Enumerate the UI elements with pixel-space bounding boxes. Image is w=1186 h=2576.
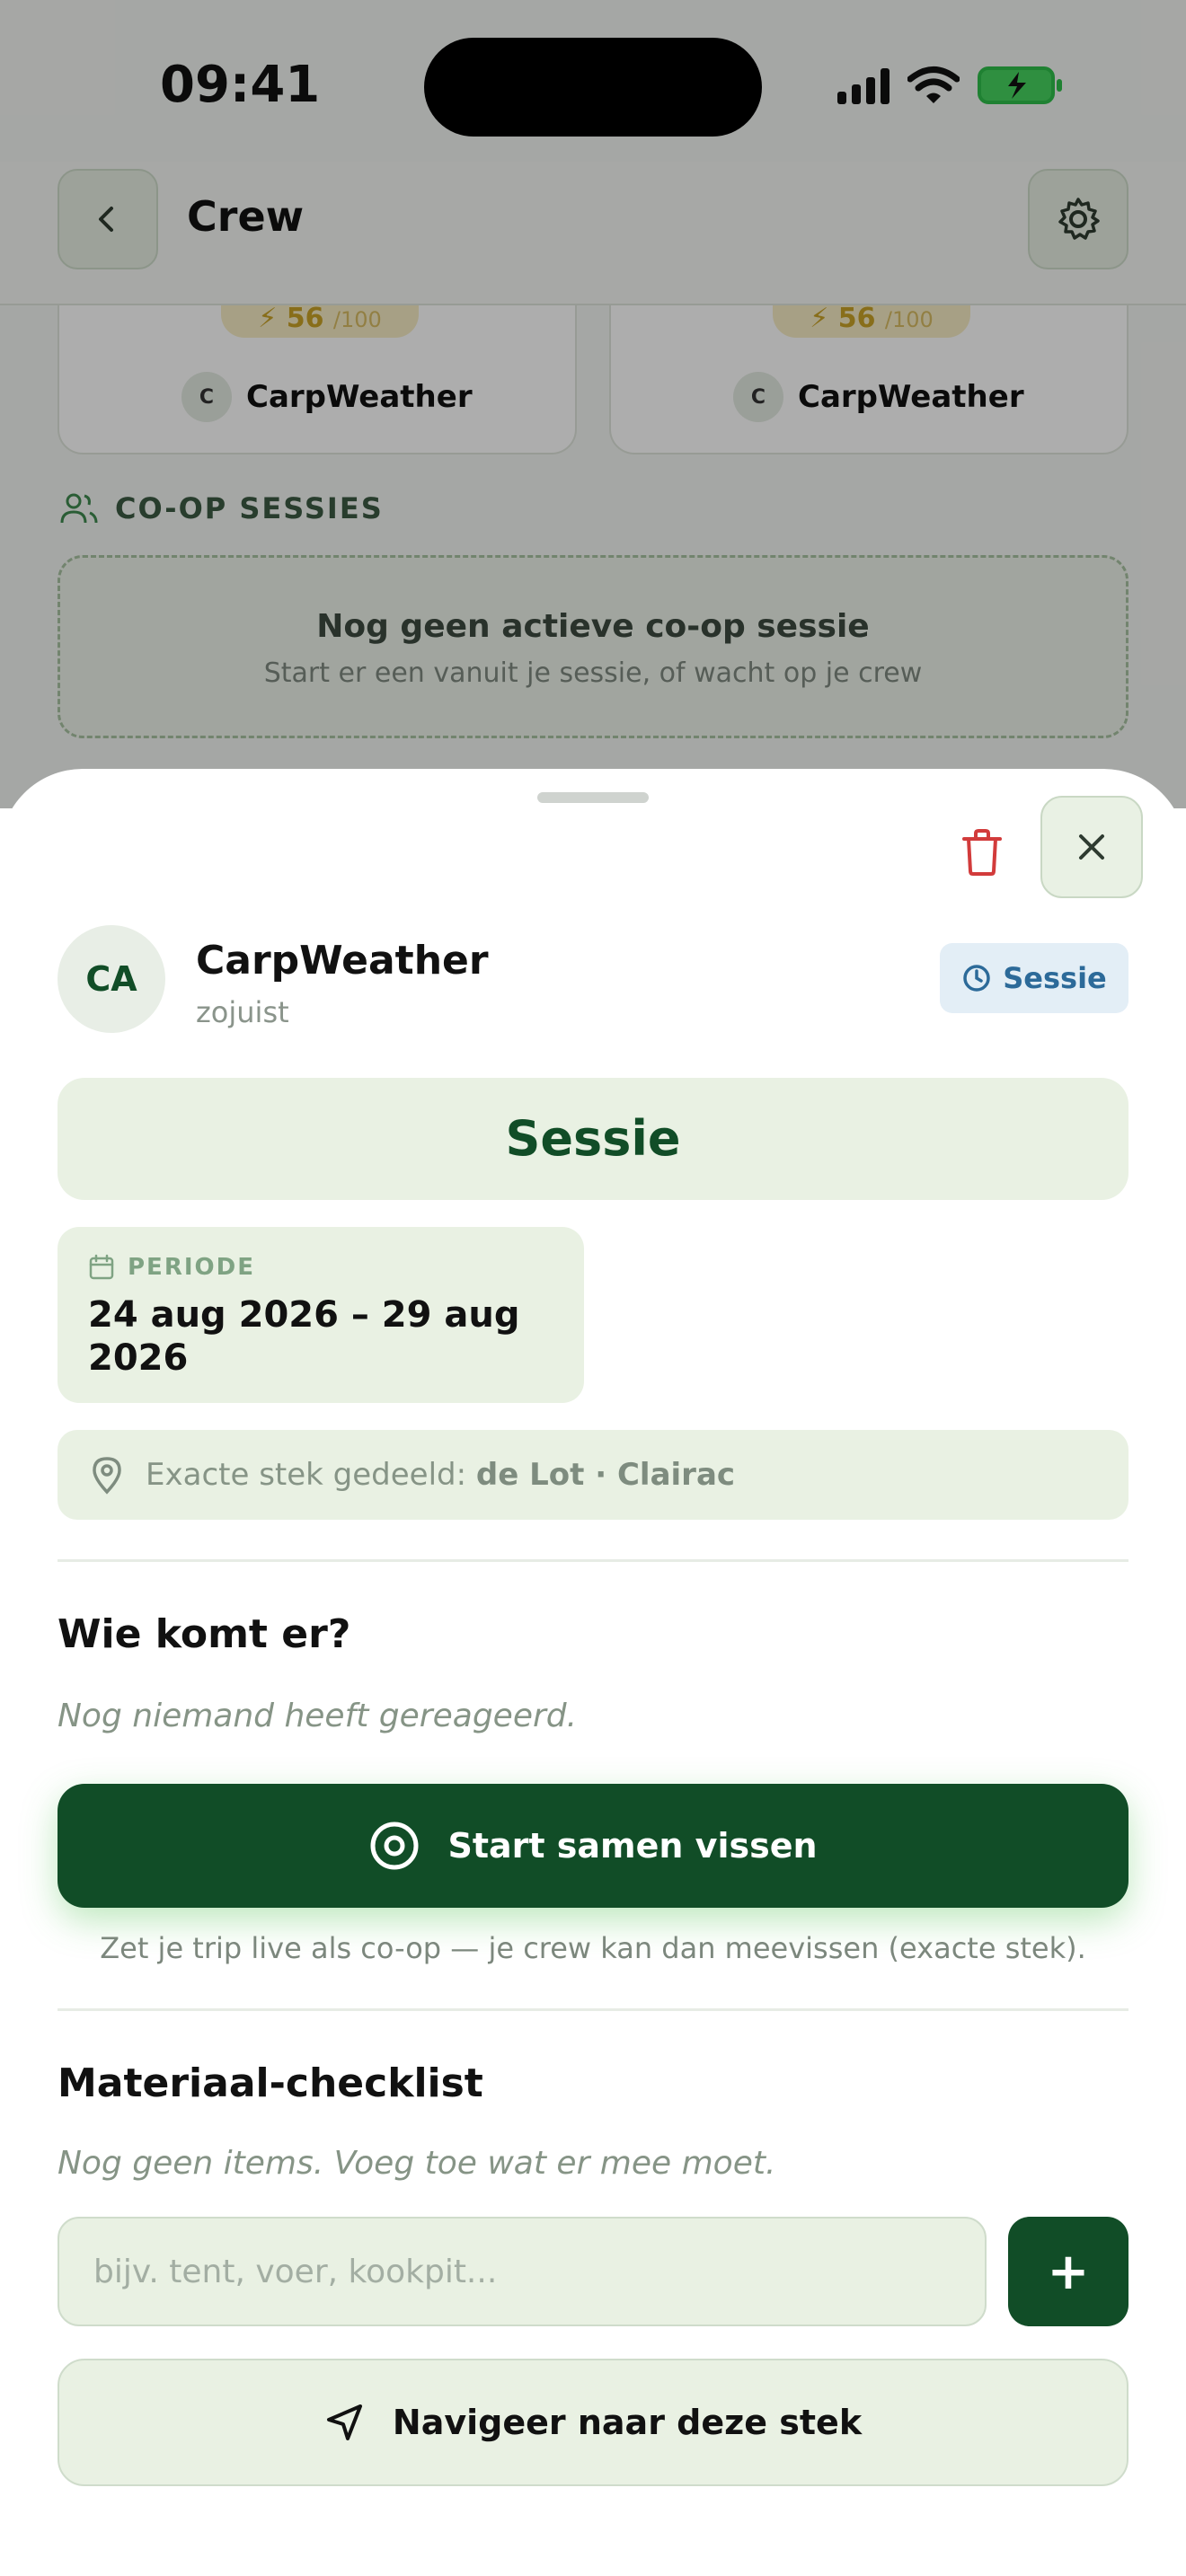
location-prefix: Exacte stek gedeeld: bbox=[146, 1457, 467, 1493]
trash-icon bbox=[962, 829, 1002, 876]
close-icon bbox=[1079, 834, 1104, 860]
close-button[interactable] bbox=[1040, 796, 1143, 898]
attendance-empty: Nog niemand heeft gereageerd. bbox=[58, 1698, 578, 1734]
divider bbox=[58, 1559, 1128, 1562]
delete-button[interactable] bbox=[952, 823, 1012, 882]
period-label: PERIODE bbox=[128, 1254, 255, 1281]
location-value: de Lot · Clairac bbox=[475, 1457, 736, 1493]
start-coop-help: Zet je trip live als co-op — je crew kan… bbox=[100, 1931, 1086, 1965]
attendance-title: Wie komt er? bbox=[58, 1611, 351, 1657]
period-card: PERIODE 24 aug 2026 – 29 aug 2026 bbox=[58, 1227, 584, 1403]
navigate-button[interactable]: Navigeer naar deze stek bbox=[58, 2359, 1128, 2486]
type-badge-label: Sessie bbox=[1003, 961, 1107, 995]
avatar: CA bbox=[58, 925, 165, 1033]
checklist-empty: Nog geen items. Voeg toe wat er mee moet… bbox=[58, 2145, 776, 2182]
checklist-item-input[interactable] bbox=[58, 2217, 987, 2326]
calendar-icon bbox=[89, 1254, 114, 1280]
period-value: 24 aug 2026 – 29 aug 2026 bbox=[88, 1294, 520, 1379]
type-badge: Sessie bbox=[940, 943, 1128, 1013]
start-coop-label: Start samen vissen bbox=[447, 1826, 818, 1866]
navigate-label: Navigeer naar deze stek bbox=[392, 2403, 863, 2442]
add-item-button[interactable]: + bbox=[1008, 2217, 1128, 2326]
sheet-drag-handle[interactable] bbox=[537, 792, 649, 803]
trip-type-banner: Sessie bbox=[58, 1078, 1128, 1200]
start-coop-button[interactable]: Start samen vissen bbox=[58, 1784, 1128, 1908]
location-text: Exacte stek gedeeld: de Lot · Clairac bbox=[146, 1457, 735, 1493]
target-icon bbox=[370, 1822, 419, 1870]
posted-time: zojuist bbox=[196, 995, 289, 1029]
navigation-arrow-icon bbox=[326, 2404, 362, 2440]
owner-row: CA CarpWeather zojuist Sessie bbox=[58, 925, 1128, 1033]
modal-scrim[interactable] bbox=[0, 0, 1186, 808]
owner-name: CarpWeather bbox=[196, 938, 489, 984]
divider bbox=[58, 2008, 1128, 2011]
checklist-title: Materiaal-checklist bbox=[58, 2060, 483, 2106]
map-pin-icon bbox=[93, 1457, 121, 1495]
shared-location: Exacte stek gedeeld: de Lot · Clairac bbox=[58, 1430, 1128, 1520]
clock-icon bbox=[963, 965, 990, 992]
trip-detail-sheet: CA CarpWeather zojuist Sessie Sessie PER… bbox=[0, 769, 1186, 2576]
period-label-row: PERIODE bbox=[88, 1254, 553, 1281]
